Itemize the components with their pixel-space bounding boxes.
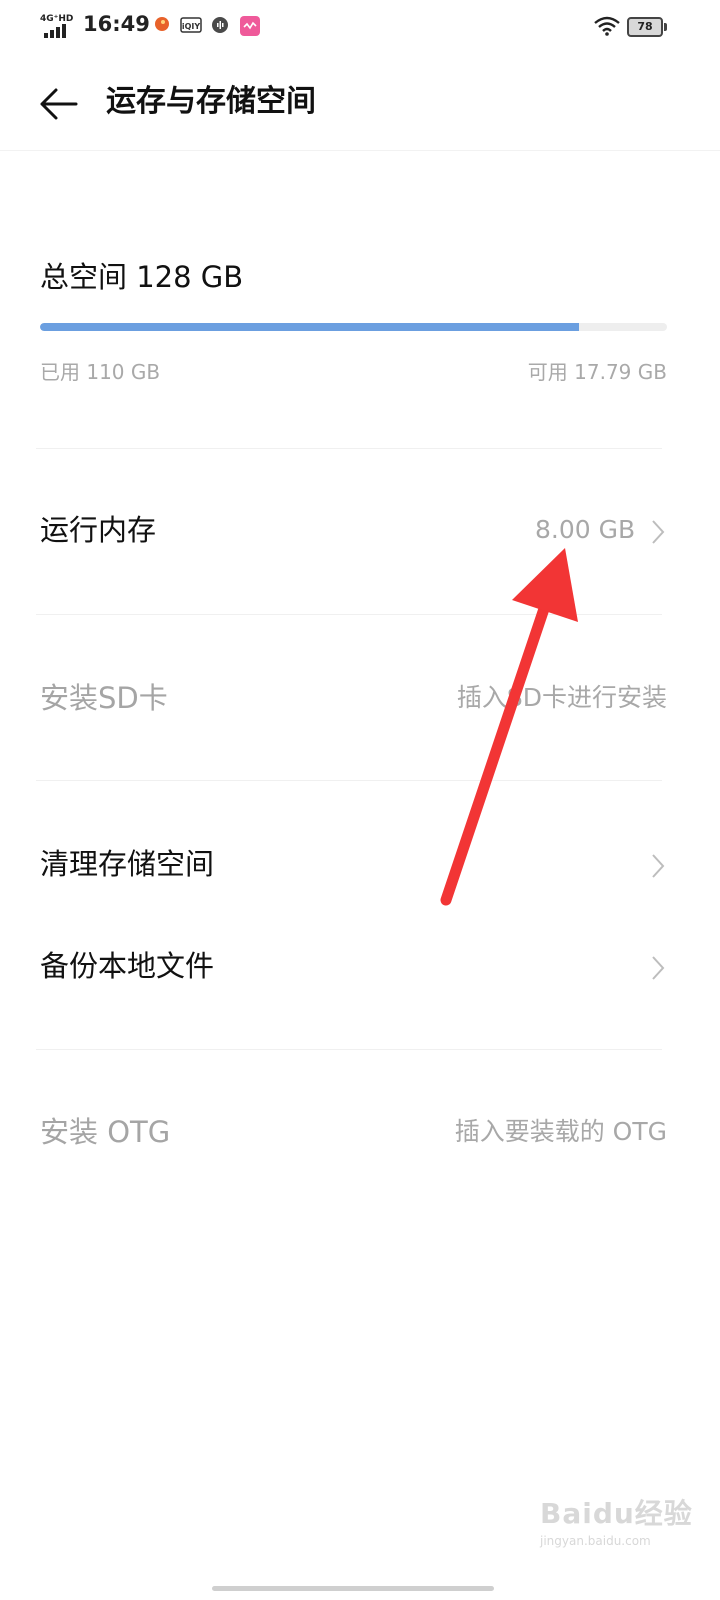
battery-level: 78 xyxy=(637,20,653,33)
pink-app-icon xyxy=(240,16,260,36)
ram-row[interactable]: 运行内存 8.00 GB xyxy=(0,492,720,572)
install-sd-card-row: 安装SD卡 插入SD卡进行安装 xyxy=(0,660,720,740)
wifi-icon xyxy=(594,16,620,40)
annotation-arrow xyxy=(440,548,578,906)
watermark-logo: Baidu经验 xyxy=(540,1497,693,1530)
available-storage-label: 可用 17.79 GB xyxy=(527,360,667,384)
total-storage-label: 总空间 128 GB xyxy=(40,260,244,294)
iqiyi-app-icon: iQIY xyxy=(180,16,202,36)
used-storage-label: 已用 110 GB xyxy=(40,360,161,384)
sd-card-label: 安装SD卡 xyxy=(40,681,168,715)
page-title: 运存与存储空间 xyxy=(106,84,316,119)
ram-label: 运行内存 xyxy=(40,513,157,547)
cellular-signal-icon: 4G⁺HD xyxy=(40,14,76,40)
clean-storage-label: 清理存储空间 xyxy=(40,847,215,881)
orange-app-icon xyxy=(154,16,174,36)
divider xyxy=(36,780,662,781)
svg-text:iQIY: iQIY xyxy=(182,22,201,31)
battery-tip xyxy=(664,23,667,31)
sd-card-hint: 插入SD卡进行安装 xyxy=(456,683,667,712)
watermark-url: jingyan.baidu.com xyxy=(540,1534,651,1548)
back-arrow-icon xyxy=(40,88,78,120)
back-button[interactable] xyxy=(36,80,90,128)
chevron-right-icon xyxy=(652,854,665,878)
clean-storage-row[interactable]: 清理存储空间 xyxy=(0,826,720,906)
voice-app-icon xyxy=(211,16,231,36)
install-otg-row: 安装 OTG 插入要装载的 OTG xyxy=(0,1094,720,1174)
chevron-right-icon xyxy=(652,520,665,544)
chevron-right-icon xyxy=(652,956,665,980)
backup-files-label: 备份本地文件 xyxy=(40,949,215,983)
divider xyxy=(36,448,662,449)
otg-hint: 插入要装载的 OTG xyxy=(454,1117,667,1146)
otg-label: 安装 OTG xyxy=(40,1115,171,1149)
divider xyxy=(36,1049,662,1050)
ram-value: 8.00 GB xyxy=(535,515,636,544)
app-header: 运存与存储空间 xyxy=(0,56,720,151)
backup-files-row[interactable]: 备份本地文件 xyxy=(0,928,720,1008)
home-indicator[interactable] xyxy=(212,1586,494,1591)
divider xyxy=(36,614,662,615)
network-type: 4G⁺HD xyxy=(40,14,74,24)
storage-usage-bar xyxy=(40,323,667,331)
clock: 16:49 xyxy=(83,12,150,36)
storage-usage-fill xyxy=(40,323,580,331)
battery-icon: 78 xyxy=(627,17,663,37)
status-bar: 4G⁺HD 16:49 iQIY 78 xyxy=(0,0,720,56)
